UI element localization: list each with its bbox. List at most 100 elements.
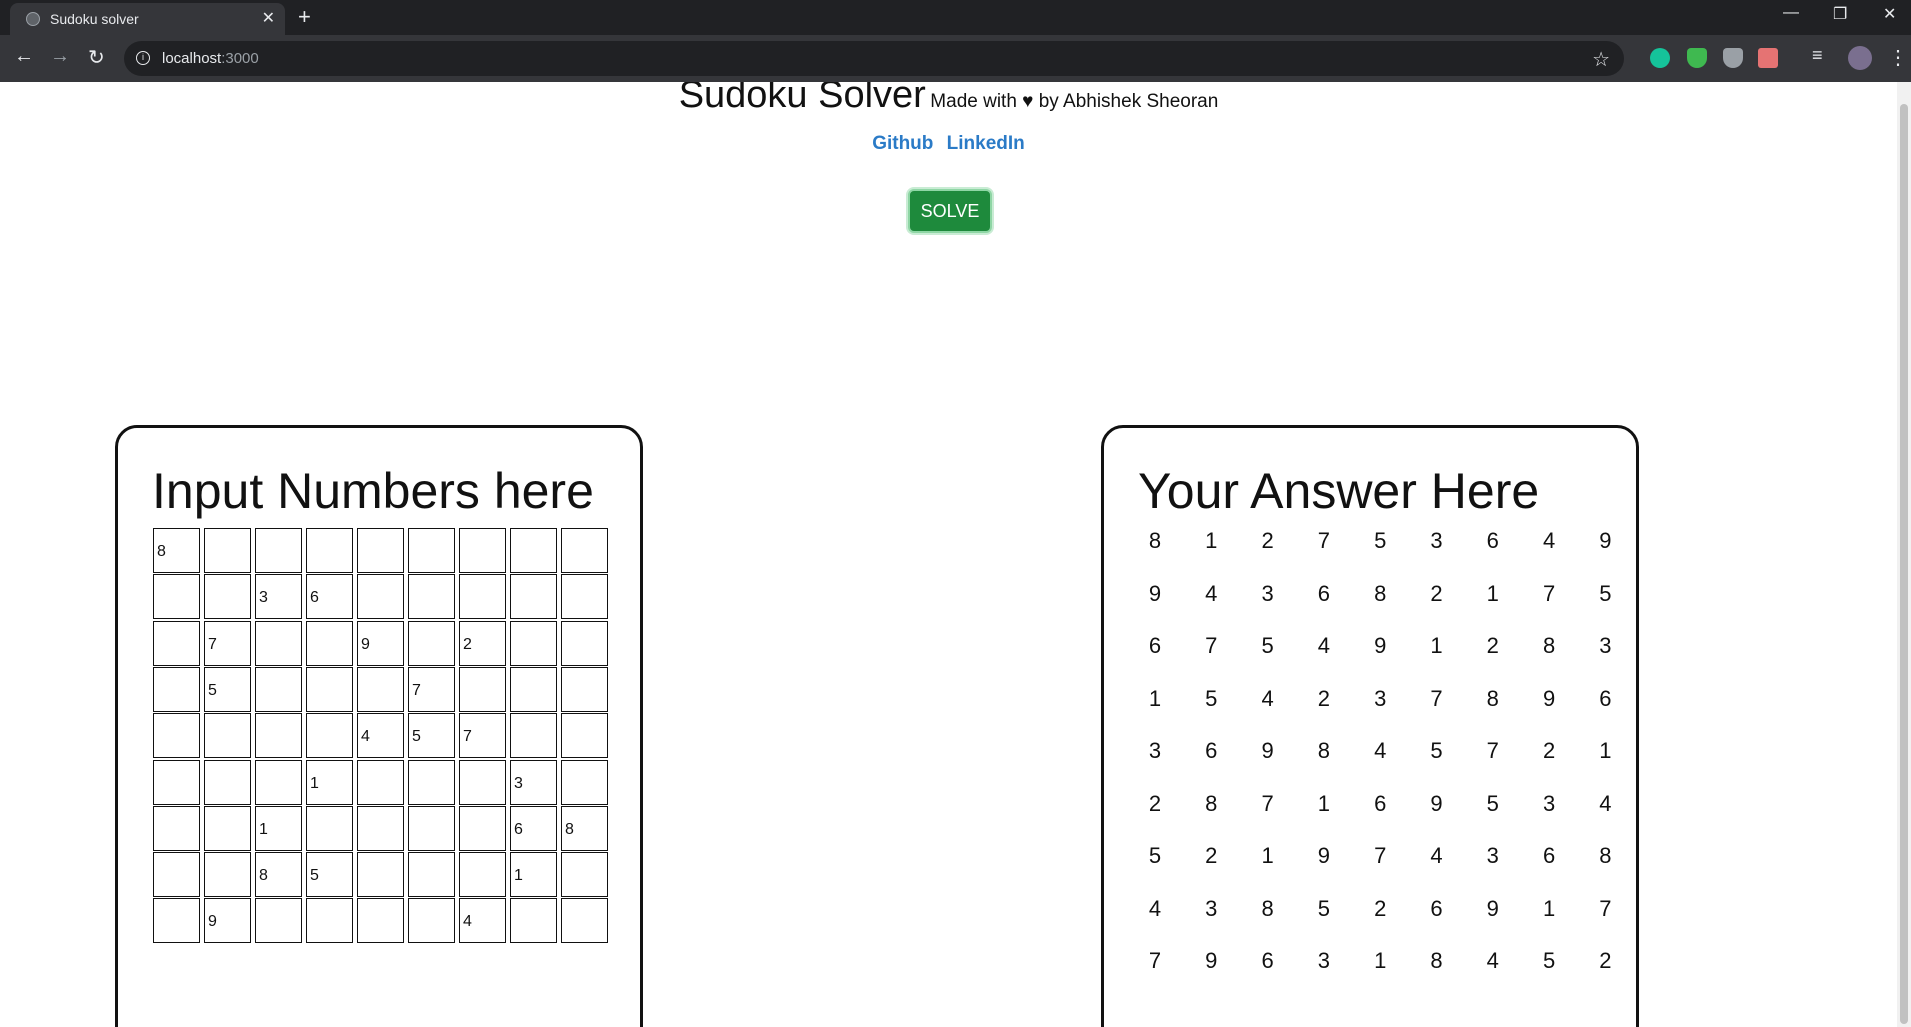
input-cell[interactable]	[204, 574, 251, 620]
input-cell[interactable]	[153, 805, 200, 851]
input-cell[interactable]: 5	[408, 713, 455, 759]
input-cell[interactable]	[306, 713, 353, 759]
input-cell[interactable]	[204, 805, 251, 851]
input-cell[interactable]	[306, 805, 353, 851]
address-bar[interactable]: i localhost:3000 ☆	[124, 41, 1624, 76]
url-text[interactable]: localhost:3000	[162, 50, 259, 67]
input-cell[interactable]	[255, 528, 302, 573]
input-cell[interactable]: 8	[561, 805, 608, 851]
input-cell[interactable]	[153, 666, 200, 712]
input-cell[interactable]: 4	[459, 898, 506, 944]
input-cell[interactable]: 1	[306, 759, 353, 805]
input-cell[interactable]	[306, 666, 353, 712]
input-cell[interactable]: 7	[408, 666, 455, 712]
input-cell[interactable]	[408, 528, 455, 573]
input-cell[interactable]	[459, 759, 506, 805]
input-cell[interactable]	[408, 852, 455, 898]
input-cell[interactable]	[153, 574, 200, 620]
input-cell[interactable]: 8	[153, 528, 200, 573]
input-cell[interactable]: 1	[510, 852, 557, 898]
input-cell[interactable]: 7	[459, 713, 506, 759]
input-cell[interactable]	[510, 574, 557, 620]
input-cell[interactable]	[204, 852, 251, 898]
input-cell[interactable]	[561, 898, 608, 944]
input-cell[interactable]	[408, 620, 455, 666]
input-cell[interactable]	[357, 666, 404, 712]
input-cell[interactable]	[408, 759, 455, 805]
profile-avatar[interactable]	[1848, 46, 1872, 70]
input-cell[interactable]	[510, 898, 557, 944]
input-cell[interactable]	[561, 528, 608, 573]
input-cell[interactable]	[357, 852, 404, 898]
input-cell[interactable]	[408, 805, 455, 851]
privacy-extension-icon[interactable]	[1723, 48, 1743, 68]
input-cell[interactable]	[459, 805, 506, 851]
input-cell[interactable]	[204, 713, 251, 759]
input-cell[interactable]	[306, 620, 353, 666]
input-cell[interactable]	[561, 713, 608, 759]
info-icon[interactable]: i	[136, 51, 150, 65]
input-cell[interactable]	[510, 666, 557, 712]
input-cell[interactable]	[255, 759, 302, 805]
input-cell[interactable]	[459, 852, 506, 898]
input-cell[interactable]	[255, 620, 302, 666]
input-cell[interactable]: 2	[459, 620, 506, 666]
page-scrollbar[interactable]	[1897, 82, 1911, 1027]
input-cell[interactable]: 5	[204, 666, 251, 712]
input-cell[interactable]	[510, 713, 557, 759]
input-cell[interactable]	[153, 759, 200, 805]
input-cell[interactable]	[306, 898, 353, 944]
close-window-icon[interactable]: ✕	[1883, 4, 1896, 24]
new-tab-icon[interactable]: +	[298, 4, 311, 30]
input-cell[interactable]	[459, 574, 506, 620]
forward-icon[interactable]: →	[50, 45, 70, 68]
back-icon[interactable]: ←	[14, 45, 34, 68]
input-cell[interactable]	[153, 620, 200, 666]
input-cell[interactable]: 7	[204, 620, 251, 666]
input-cell[interactable]: 8	[255, 852, 302, 898]
input-cell[interactable]: 3	[255, 574, 302, 620]
input-cell[interactable]	[357, 898, 404, 944]
input-cell[interactable]: 9	[357, 620, 404, 666]
input-cell[interactable]: 4	[357, 713, 404, 759]
input-cell[interactable]	[510, 528, 557, 573]
close-tab-icon[interactable]: ✕	[262, 8, 275, 28]
input-cell[interactable]	[255, 713, 302, 759]
input-cell[interactable]	[459, 528, 506, 573]
input-cell[interactable]: 6	[510, 805, 557, 851]
input-cell[interactable]	[357, 528, 404, 573]
input-cell[interactable]: 5	[306, 852, 353, 898]
input-cell[interactable]	[204, 759, 251, 805]
browser-tab[interactable]: Sudoku solver ✕	[10, 3, 285, 35]
solve-button[interactable]: SOLVE	[908, 189, 992, 233]
video-extension-icon[interactable]	[1758, 48, 1778, 68]
input-cell[interactable]	[561, 759, 608, 805]
restore-icon[interactable]: ❐	[1833, 4, 1847, 24]
reload-icon[interactable]: ↻	[88, 45, 105, 70]
input-cell[interactable]	[510, 620, 557, 666]
input-cell[interactable]	[255, 898, 302, 944]
input-cell[interactable]	[408, 898, 455, 944]
input-cell[interactable]	[561, 852, 608, 898]
input-cell[interactable]: 3	[510, 759, 557, 805]
bookmark-star-icon[interactable]: ☆	[1592, 47, 1610, 72]
media-queue-icon[interactable]: ≡	[1812, 45, 1823, 66]
input-cell[interactable]	[561, 574, 608, 620]
minimize-icon[interactable]: —	[1783, 4, 1799, 22]
input-cell[interactable]: 1	[255, 805, 302, 851]
input-cell[interactable]: 6	[306, 574, 353, 620]
input-cell[interactable]	[153, 898, 200, 944]
input-cell[interactable]: 9	[204, 898, 251, 944]
github-link[interactable]: Github	[872, 133, 933, 154]
input-cell[interactable]	[357, 574, 404, 620]
menu-icon[interactable]: ⋮	[1888, 45, 1908, 70]
input-cell[interactable]	[561, 620, 608, 666]
input-cell[interactable]	[459, 666, 506, 712]
input-cell[interactable]	[153, 713, 200, 759]
input-cell[interactable]	[306, 528, 353, 573]
shield-extension-icon[interactable]	[1687, 48, 1707, 68]
input-cell[interactable]	[255, 666, 302, 712]
input-cell[interactable]	[153, 852, 200, 898]
grammarly-extension-icon[interactable]	[1650, 48, 1670, 68]
input-cell[interactable]	[561, 666, 608, 712]
